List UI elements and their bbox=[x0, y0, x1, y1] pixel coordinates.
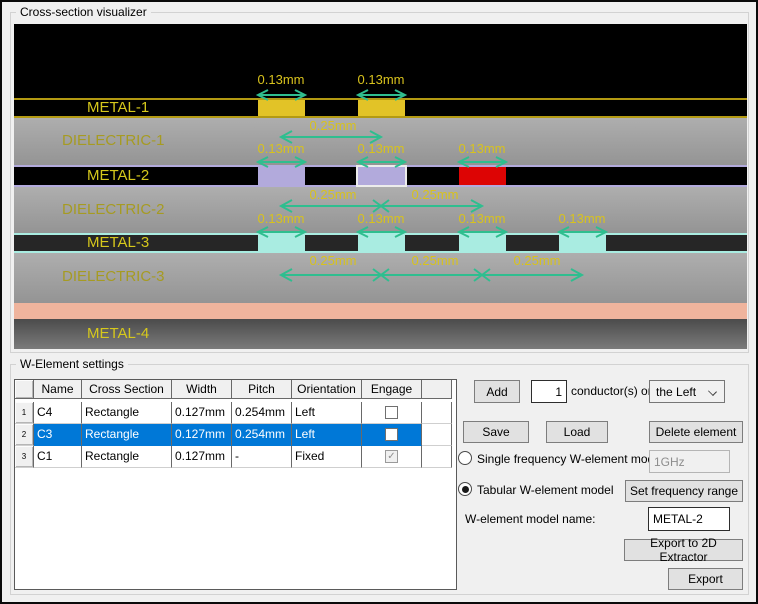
cross-section-canvas: METAL-1 DIELECTRIC-1 METAL-2 DIELECTRIC-… bbox=[14, 24, 747, 349]
cell-name-2[interactable]: C3 bbox=[34, 424, 82, 446]
cell-width-3[interactable]: 0.127mm bbox=[172, 446, 232, 468]
dim-metal1-width-1: 0.13mm bbox=[257, 72, 305, 87]
dim-dielectric3-pitch-3: 0.25mm bbox=[513, 253, 561, 268]
cell-engage-2 bbox=[362, 424, 422, 446]
metal3-conductor-3[interactable] bbox=[459, 235, 506, 251]
dim-metal2-width-3: 0.13mm bbox=[458, 141, 506, 156]
conductor-count-input[interactable] bbox=[531, 380, 567, 403]
column-header-width[interactable]: Width bbox=[172, 380, 232, 399]
engage-checkbox-1[interactable] bbox=[385, 406, 398, 419]
column-header-orientation[interactable]: Orientation bbox=[292, 380, 362, 399]
cell-orientation-2[interactable]: Left bbox=[292, 424, 362, 446]
save-button[interactable]: Save bbox=[463, 421, 529, 443]
cell-width-1[interactable]: 0.127mm bbox=[172, 402, 232, 424]
cell-extra-3 bbox=[422, 446, 452, 468]
metal1-conductor-1[interactable] bbox=[258, 100, 305, 116]
dim-dielectric2-pitch-1: 0.25mm bbox=[309, 187, 357, 202]
column-header-engage[interactable]: Engage bbox=[362, 380, 422, 399]
chevron-down-icon bbox=[708, 387, 717, 396]
metal2-conductor-2-selected[interactable] bbox=[356, 165, 407, 187]
cell-cross-section-3[interactable]: Rectangle bbox=[82, 446, 172, 468]
dim-dielectric3-pitch-1: 0.25mm bbox=[309, 253, 357, 268]
tabular-model-radio[interactable] bbox=[458, 482, 472, 496]
dim-metal3-width-1: 0.13mm bbox=[257, 211, 305, 226]
dim-dielectric2-pitch-2: 0.25mm bbox=[411, 187, 459, 202]
metal2-conductor-1[interactable] bbox=[258, 167, 305, 185]
export-button[interactable]: Export bbox=[668, 568, 743, 590]
metal1-conductor-2[interactable] bbox=[358, 100, 405, 116]
row-header-3[interactable]: 3 bbox=[15, 446, 34, 468]
metal-2-label: METAL-2 bbox=[87, 167, 150, 184]
dim-dielectric3-pitch-2: 0.25mm bbox=[411, 253, 459, 268]
conductors-on-label: conductor(s) on bbox=[571, 384, 655, 398]
metal3-conductor-1[interactable] bbox=[258, 235, 305, 251]
cell-orientation-3[interactable]: Fixed bbox=[292, 446, 362, 468]
column-header-name[interactable]: Name bbox=[34, 380, 82, 399]
set-frequency-range-button[interactable]: Set frequency range bbox=[625, 480, 743, 502]
cell-name-3[interactable]: C1 bbox=[34, 446, 82, 468]
dielectric-3-label: DIELECTRIC-3 bbox=[62, 268, 165, 285]
single-frequency-radio[interactable] bbox=[458, 451, 472, 465]
column-header-rownum bbox=[15, 380, 34, 399]
frequency-value-input[interactable] bbox=[649, 450, 730, 473]
cell-width-2[interactable]: 0.127mm bbox=[172, 424, 232, 446]
row-header-1[interactable]: 1 bbox=[15, 402, 34, 424]
radio-dot bbox=[461, 485, 469, 493]
cell-extra-1 bbox=[422, 402, 452, 424]
conductor-table: Name Cross Section Width Pitch Orientati… bbox=[14, 379, 457, 590]
row-header-2[interactable]: 2 bbox=[15, 424, 34, 446]
dim-metal3-width-4: 0.13mm bbox=[558, 211, 606, 226]
metal3-conductor-2[interactable] bbox=[358, 235, 405, 251]
app-window: Cross-section visualizer METAL-1 DIELECT… bbox=[0, 0, 758, 604]
dim-metal3-width-3: 0.13mm bbox=[458, 211, 506, 226]
cell-pitch-2[interactable]: 0.254mm bbox=[232, 424, 292, 446]
metal2-conductor-3-engaged[interactable] bbox=[459, 167, 506, 185]
dim-metal2-width-1: 0.13mm bbox=[257, 141, 305, 156]
cell-extra-2 bbox=[422, 424, 452, 446]
column-header-cross-section[interactable]: Cross Section bbox=[82, 380, 172, 399]
side-dropdown-value: the Left bbox=[656, 384, 697, 399]
column-header-pitch[interactable]: Pitch bbox=[232, 380, 292, 399]
dielectric-1-label: DIELECTRIC-1 bbox=[62, 132, 165, 149]
delete-element-button[interactable]: Delete element bbox=[649, 421, 743, 443]
tabular-model-label: Tabular W-element model bbox=[477, 483, 614, 497]
metal-1-label: METAL-1 bbox=[87, 99, 150, 116]
export-to-2d-extractor-button[interactable]: Export to 2D Extractor bbox=[624, 536, 743, 564]
dim-metal2-width-2: 0.13mm bbox=[357, 141, 405, 156]
cell-orientation-1[interactable]: Left bbox=[292, 402, 362, 424]
model-name-label: W-element model name: bbox=[465, 512, 596, 526]
layer-substrate bbox=[14, 303, 747, 319]
metal3-conductor-4[interactable] bbox=[559, 235, 606, 251]
load-button[interactable]: Load bbox=[546, 421, 608, 443]
model-name-input[interactable] bbox=[648, 507, 730, 531]
metal-4-label: METAL-4 bbox=[87, 325, 150, 342]
cell-cross-section-2[interactable]: Rectangle bbox=[82, 424, 172, 446]
engage-checkbox-3-checked-icon[interactable]: ✓ bbox=[385, 450, 398, 463]
cell-cross-section-1[interactable]: Rectangle bbox=[82, 402, 172, 424]
dim-metal3-width-2: 0.13mm bbox=[357, 211, 405, 226]
visualizer-title: Cross-section visualizer bbox=[16, 5, 151, 19]
add-button[interactable]: Add bbox=[474, 380, 520, 403]
dim-dielectric1-pitch-1: 0.25mm bbox=[309, 118, 357, 133]
cell-pitch-3[interactable]: - bbox=[232, 446, 292, 468]
metal-3-label: METAL-3 bbox=[87, 234, 150, 251]
cell-name-1[interactable]: C4 bbox=[34, 402, 82, 424]
side-dropdown[interactable]: the Left bbox=[649, 380, 725, 403]
column-header-extra bbox=[422, 380, 452, 399]
cell-engage-3: ✓ bbox=[362, 446, 422, 468]
cell-pitch-1[interactable]: 0.254mm bbox=[232, 402, 292, 424]
dim-metal1-width-2: 0.13mm bbox=[357, 72, 405, 87]
settings-title: W-Element settings bbox=[16, 357, 128, 371]
dielectric-2-label: DIELECTRIC-2 bbox=[62, 201, 165, 218]
single-frequency-label: Single frequency W-element model bbox=[477, 452, 664, 466]
engage-checkbox-2[interactable] bbox=[385, 428, 398, 441]
cell-engage-1 bbox=[362, 402, 422, 424]
